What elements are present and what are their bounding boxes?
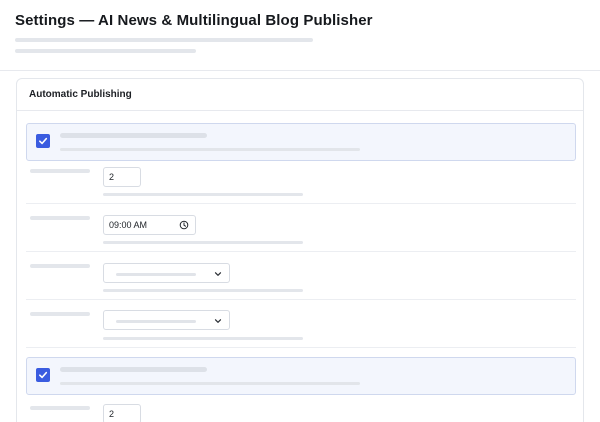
time-input[interactable]: 09:00 AM (103, 215, 196, 235)
count-input[interactable]: 2 (103, 404, 141, 422)
page-title: Settings — AI News & Multilingual Blog P… (15, 12, 373, 29)
field-label (30, 264, 90, 268)
field-label (30, 406, 90, 410)
field-help-text (103, 337, 303, 340)
time-value: 09:00 AM (109, 220, 148, 230)
select-value (116, 273, 196, 276)
card-title: Automatic Publishing (29, 89, 132, 100)
select-value (116, 320, 196, 323)
enable-checkbox[interactable] (36, 368, 50, 382)
check-icon (39, 137, 48, 145)
count-input[interactable]: 2 (103, 167, 141, 187)
enable-toggle-row[interactable] (26, 357, 576, 395)
chevron-down-icon (214, 272, 222, 276)
field-help-text (103, 289, 303, 292)
row-divider (26, 347, 576, 348)
toggle-label (60, 367, 207, 372)
check-icon (39, 371, 48, 379)
card-header: Automatic Publishing (17, 79, 583, 111)
row-divider (26, 203, 576, 204)
field-label (30, 216, 90, 220)
automatic-publishing-card: Automatic Publishing 2 09:00 AM 2 (16, 78, 584, 422)
toggle-help-text (60, 382, 360, 385)
page-description-line (15, 49, 196, 53)
clock-icon[interactable] (179, 220, 189, 230)
enable-checkbox[interactable] (36, 134, 50, 148)
row-divider (26, 251, 576, 252)
row-divider (26, 299, 576, 300)
page-description-line (15, 38, 313, 42)
field-label (30, 312, 90, 316)
enable-toggle-row[interactable] (26, 123, 576, 161)
toggle-help-text (60, 148, 360, 151)
chevron-down-icon (214, 319, 222, 323)
field-help-text (103, 193, 303, 196)
field-label (30, 169, 90, 173)
page-header: Settings — AI News & Multilingual Blog P… (0, 0, 600, 71)
field-help-text (103, 241, 303, 244)
select-dropdown[interactable] (103, 263, 230, 283)
toggle-label (60, 133, 207, 138)
select-dropdown[interactable] (103, 310, 230, 330)
